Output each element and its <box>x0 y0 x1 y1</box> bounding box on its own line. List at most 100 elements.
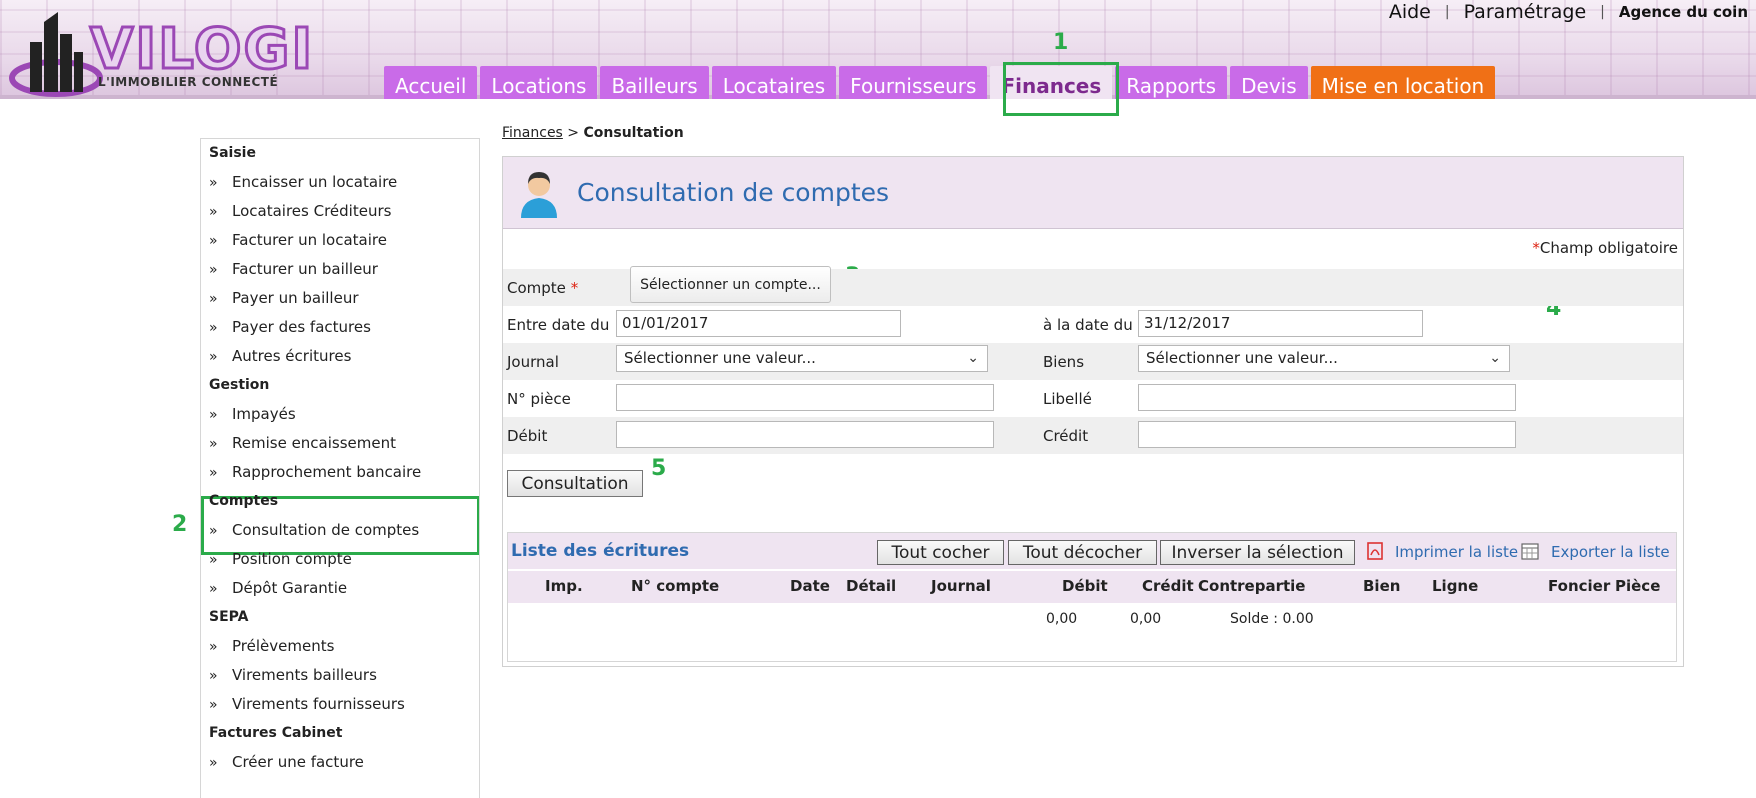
col-contrepartie[interactable]: Contrepartie <box>1198 577 1305 595</box>
col-journal[interactable]: Journal <box>931 577 991 595</box>
sidebar-item-label: Facturer un bailleur <box>232 260 378 278</box>
settings-link[interactable]: Paramétrage <box>1464 1 1587 23</box>
pdf-print-icon[interactable] <box>1365 541 1385 561</box>
piece-input[interactable] <box>616 384 994 411</box>
sidebar-item-autres-ecritures[interactable]: » Autres écritures <box>201 342 479 371</box>
libelle-label: Libellé <box>1043 390 1092 408</box>
double-chevron-icon: » <box>209 407 218 423</box>
entries-table-header: Imp. N° compte Date Détail Journal Débit… <box>508 571 1676 603</box>
sidebar-section-sepa: SEPA <box>209 609 249 625</box>
tab-locations[interactable]: Locations <box>480 66 598 99</box>
double-chevron-icon: » <box>209 320 218 336</box>
col-bien[interactable]: Bien <box>1363 577 1400 595</box>
check-all-button[interactable]: Tout cocher <box>877 540 1004 565</box>
sidebar-item-facturer-locataire[interactable]: » Facturer un locataire <box>201 226 479 255</box>
date-from-input[interactable]: 01/01/2017 <box>616 310 901 337</box>
debit-label: Débit <box>507 427 548 445</box>
tab-rapports[interactable]: Rapports <box>1115 66 1228 99</box>
sidebar-item-label: Position compte <box>232 550 352 568</box>
consultation-button[interactable]: Consultation <box>507 470 643 497</box>
tab-bailleurs[interactable]: Bailleurs <box>600 66 709 99</box>
separator: | <box>1600 4 1605 20</box>
double-chevron-icon: » <box>209 523 218 539</box>
biens-label: Biens <box>1043 353 1085 371</box>
double-chevron-icon: » <box>209 581 218 597</box>
double-chevron-icon: » <box>209 465 218 481</box>
biens-select-value: Sélectionner une valeur... <box>1146 349 1338 367</box>
invert-selection-button[interactable]: Inverser la sélection <box>1160 540 1355 565</box>
sidebar-section-saisie: Saisie <box>209 145 256 161</box>
sidebar-item-prelevements[interactable]: » Prélèvements <box>201 632 479 661</box>
libelle-input[interactable] <box>1138 384 1516 411</box>
calendar-export-icon[interactable] <box>1520 541 1540 561</box>
journal-select[interactable]: Sélectionner une valeur... ⌄ <box>616 345 988 372</box>
annotation-number-1: 1 <box>1053 30 1069 55</box>
sidebar-item-label: Créer une facture <box>232 753 364 771</box>
breadcrumb-finances-link[interactable]: Finances <box>502 125 563 141</box>
col-compte[interactable]: N° compte <box>631 577 719 595</box>
required-star: * <box>570 279 579 297</box>
print-list-link[interactable]: Imprimer la liste <box>1395 543 1518 561</box>
biens-select[interactable]: Sélectionner une valeur... ⌄ <box>1138 345 1510 372</box>
sidebar-item-encaisser[interactable]: » Encaisser un locataire <box>201 168 479 197</box>
credit-input[interactable] <box>1138 421 1516 448</box>
tab-fournisseurs[interactable]: Fournisseurs <box>839 66 988 99</box>
tab-accueil[interactable]: Accueil <box>384 66 478 99</box>
entries-totals-row: 0,00 0,00 Solde : 0.00 <box>508 607 1676 633</box>
piece-label: N° pièce <box>507 390 571 408</box>
required-note: *Champ obligatoire <box>1532 239 1678 257</box>
sidebar-item-remise[interactable]: » Remise encaissement <box>201 429 479 458</box>
chevron-down-icon: ⌄ <box>1489 350 1501 366</box>
sidebar-item-label: Facturer un locataire <box>232 231 387 249</box>
panel-titlebar: Consultation de comptes <box>503 157 1683 229</box>
sidebar-item-impayes[interactable]: » Impayés <box>201 400 479 429</box>
col-detail[interactable]: Détail <box>846 577 896 595</box>
required-note-text: Champ obligatoire <box>1539 239 1678 257</box>
required-star: * <box>1532 239 1540 257</box>
col-piece[interactable]: Pièce <box>1615 577 1660 595</box>
date-to-input[interactable]: 31/12/2017 <box>1138 310 1423 337</box>
sidebar-item-rapprochement[interactable]: » Rapprochement bancaire <box>201 458 479 487</box>
sidebar-item-payer-factures[interactable]: » Payer des factures <box>201 313 479 342</box>
uncheck-all-button[interactable]: Tout décocher <box>1008 540 1157 565</box>
row-debit: Débit Crédit <box>503 417 1683 454</box>
sidebar-item-consultation-comptes[interactable]: » Consultation de comptes <box>201 516 479 545</box>
logo-wordmark: VILOGI <box>88 17 315 82</box>
total-credit: 0,00 <box>1130 611 1162 627</box>
sidebar-item-crediteurs[interactable]: » Locataires Créditeurs <box>201 197 479 226</box>
debit-input[interactable] <box>616 421 994 448</box>
tab-locataires[interactable]: Locataires <box>711 66 837 99</box>
col-credit[interactable]: Crédit <box>1142 577 1194 595</box>
col-foncier[interactable]: Foncier <box>1548 577 1610 595</box>
sidebar-item-creer-facture[interactable]: » Créer une facture <box>201 748 479 777</box>
credit-label: Crédit <box>1043 427 1089 445</box>
sidebar-item-label: Virements fournisseurs <box>232 695 405 713</box>
row-dates: Entre date du 01/01/2017 à la date du 31… <box>503 306 1683 343</box>
sidebar-section-factures-cabinet: Factures Cabinet <box>209 725 343 741</box>
sidebar-item-label: Payer un bailleur <box>232 289 359 307</box>
sidebar-item-position-compte[interactable]: » Position compte <box>201 545 479 574</box>
tab-devis[interactable]: Devis <box>1230 66 1308 99</box>
double-chevron-icon: » <box>209 697 218 713</box>
export-list-link[interactable]: Exporter la liste <box>1551 543 1670 561</box>
tab-mise-en-location[interactable]: Mise en location <box>1310 66 1496 99</box>
sidebar-item-label: Locataires Créditeurs <box>232 202 392 220</box>
sidebar-item-depot-garantie[interactable]: » Dépôt Garantie <box>201 574 479 603</box>
col-date[interactable]: Date <box>790 577 830 595</box>
col-debit[interactable]: Débit <box>1062 577 1108 595</box>
select-account-button[interactable]: Sélectionner un compte... <box>630 266 831 303</box>
sidebar-item-label: Encaisser un locataire <box>232 173 398 191</box>
annotation-box-finances <box>1003 62 1119 116</box>
sidebar-item-facturer-bailleur[interactable]: » Facturer un bailleur <box>201 255 479 284</box>
sidebar-item-virements-bailleurs[interactable]: » Virements bailleurs <box>201 661 479 690</box>
entries-list: Liste des écritures Tout cocher Tout déc… <box>507 532 1677 662</box>
sidebar-item-label: Payer des factures <box>232 318 371 336</box>
sidebar-item-virements-fournisseurs[interactable]: » Virements fournisseurs <box>201 690 479 719</box>
logo[interactable]: VILOGI L'IMMOBILIER CONNECTÉ <box>8 8 328 98</box>
help-link[interactable]: Aide <box>1389 1 1431 23</box>
sidebar-section-comptes: Comptes <box>209 493 279 509</box>
col-imp[interactable]: Imp. <box>545 577 583 595</box>
col-ligne[interactable]: Ligne <box>1432 577 1478 595</box>
sidebar-item-payer-bailleur[interactable]: » Payer un bailleur <box>201 284 479 313</box>
agency-link[interactable]: Agence du coin <box>1619 3 1748 21</box>
